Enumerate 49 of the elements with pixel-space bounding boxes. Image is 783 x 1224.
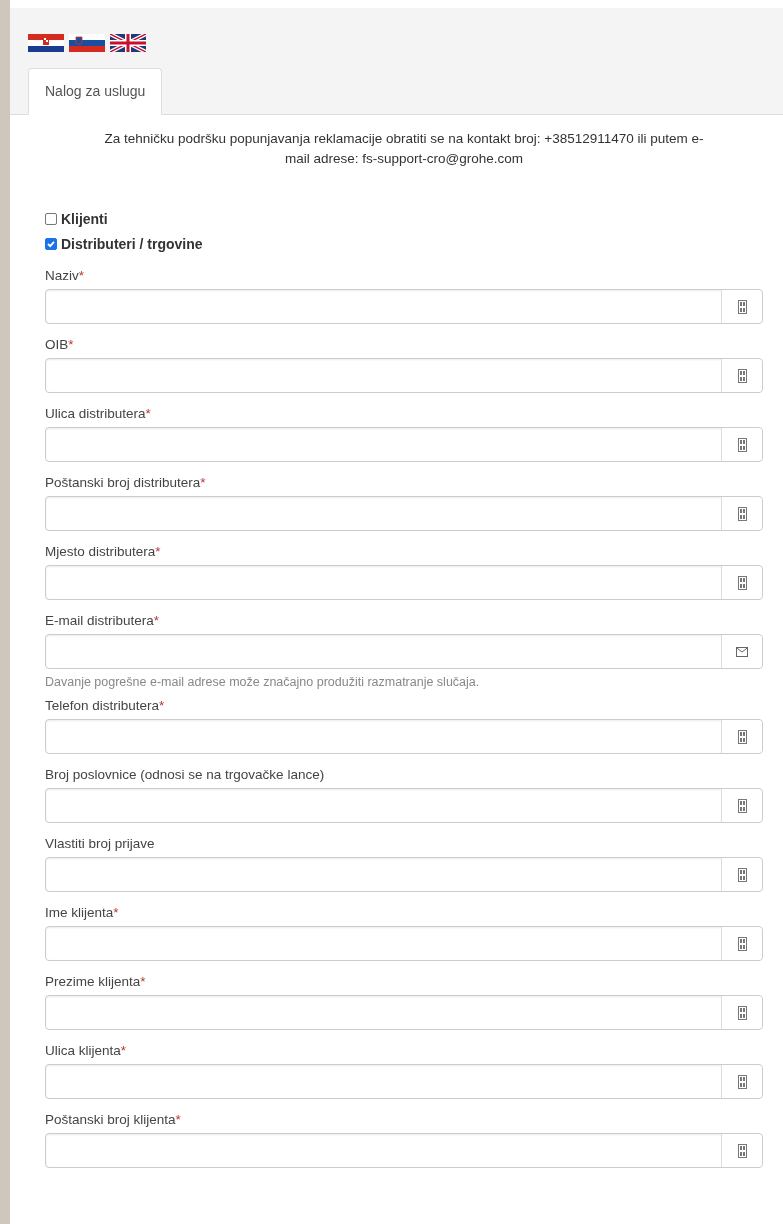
slovenian-flag-icon[interactable] [69,34,105,52]
input-field[interactable] [45,1133,763,1168]
glyph-box-icon [737,506,747,521]
glyph-box-icon [737,936,747,951]
british-flag-icon[interactable] [110,34,146,52]
glyph-box-icon [737,299,747,314]
glyph-box-icon [737,1143,747,1158]
glyph-box-icon [737,575,747,590]
field-label: Telefon distributera* [45,697,165,715]
field-label: Ulica klijenta* [45,1042,127,1060]
field-label: Poštanski broj distributera* [45,474,206,492]
glyph-box-icon [737,729,747,744]
input-field[interactable] [45,289,763,324]
field-label: E-mail distributera* [45,612,160,630]
field-label: Prezime klijenta* [45,973,146,991]
field-label: OIB* [45,336,74,354]
field-label: Poštanski broj klijenta* [45,1111,181,1129]
glyph-box-icon [737,867,747,882]
input-field[interactable] [45,427,763,462]
glyph-box-icon [737,437,747,452]
field-label: Naziv* [45,267,85,285]
input-field[interactable] [45,788,763,823]
glyph-box-icon [737,1005,747,1020]
envelope-icon [736,646,748,657]
input-field[interactable] [45,634,763,669]
checkbox[interactable] [45,213,57,225]
field-label: Broj poslovnice (odnosi se na trgovačke lance) [45,766,325,784]
input-field[interactable] [45,857,763,892]
checkbox[interactable] [45,238,57,250]
field-label: Ime klijenta* [45,904,119,922]
support-notice: Za tehničku podršku popunjavanja reklamacije obratiti se na kontakt broj: +38512911470 ili putem e-mail adrese: fs-support-cro@grohe.com [103,130,705,168]
tab[interactable]: Nalog za uslugu [28,68,163,115]
glyph-box-icon [737,368,747,383]
input-field[interactable] [45,926,763,961]
input-field[interactable] [45,995,763,1030]
input-field[interactable] [45,358,763,393]
field-hint: Davanje pogrešne e-mail adrese može značajno produžiti razmatranje slučaja. [45,675,481,689]
input-field[interactable] [45,565,763,600]
checkbox-label: Distributeri / trgovine [61,236,203,252]
croatian-flag-icon[interactable] [28,34,64,52]
field-label: Vlastiti broj prijave [45,835,155,853]
field-label: Ulica distributera* [45,405,151,423]
input-field[interactable] [45,496,763,531]
field-label: Mjesto distributera* [45,543,161,561]
checkbox-label: Klijenti [61,211,108,227]
glyph-box-icon [737,1074,747,1089]
input-field[interactable] [45,1064,763,1099]
input-field[interactable] [45,719,763,754]
glyph-box-icon [737,798,747,813]
